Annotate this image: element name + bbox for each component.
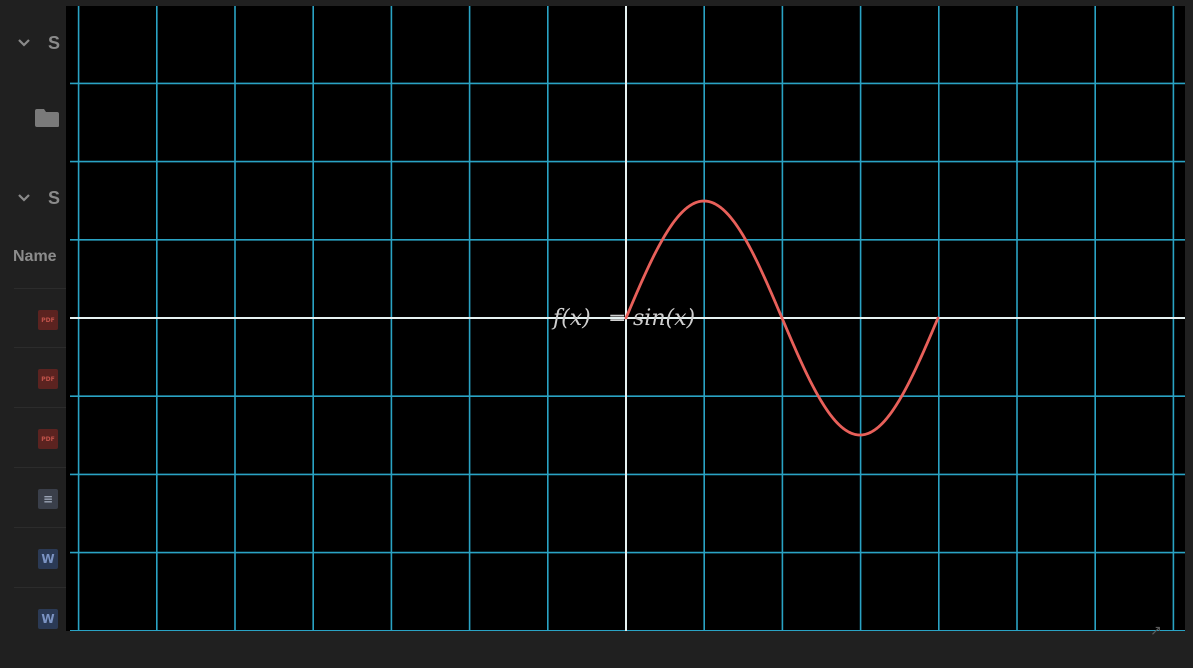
document-icon: ≡ (38, 489, 58, 509)
folder-icon[interactable] (34, 108, 60, 128)
pdf-icon: PDF (38, 310, 58, 330)
formula-left: f(x) (551, 306, 591, 331)
file-row[interactable]: W (14, 527, 74, 586)
column-header-name[interactable]: Name (13, 248, 57, 266)
formula-label: f(x) = sin(x) (551, 306, 695, 331)
section-header-1[interactable]: S (14, 31, 60, 55)
sine-graph: f(x) = sin(x) (66, 6, 1185, 631)
file-row[interactable]: ≡ (14, 467, 74, 526)
formula-right: sin(x) (633, 306, 695, 331)
graph-canvas[interactable]: f(x) = sin(x) (66, 6, 1185, 631)
section-header-2[interactable]: S (14, 186, 60, 210)
app-window: S S Name PDF PDF PDF ≡ W W f(x) = sin(x)… (0, 0, 1193, 668)
word-icon: W (38, 549, 58, 569)
file-row[interactable]: PDF (14, 347, 74, 406)
section-header-label: S (48, 187, 61, 208)
formula-equals: = (608, 306, 626, 331)
chevron-down-icon[interactable] (14, 188, 34, 208)
section-header-label: S (48, 32, 61, 53)
chevron-down-icon[interactable] (14, 33, 34, 53)
file-row[interactable]: PDF (14, 288, 74, 347)
word-icon: W (38, 609, 58, 629)
pdf-icon: PDF (38, 429, 58, 449)
file-row[interactable]: W (14, 587, 74, 646)
resize-corner-icon: ↗ (1150, 622, 1162, 638)
pdf-icon: PDF (38, 369, 58, 389)
file-row[interactable]: PDF (14, 407, 74, 466)
